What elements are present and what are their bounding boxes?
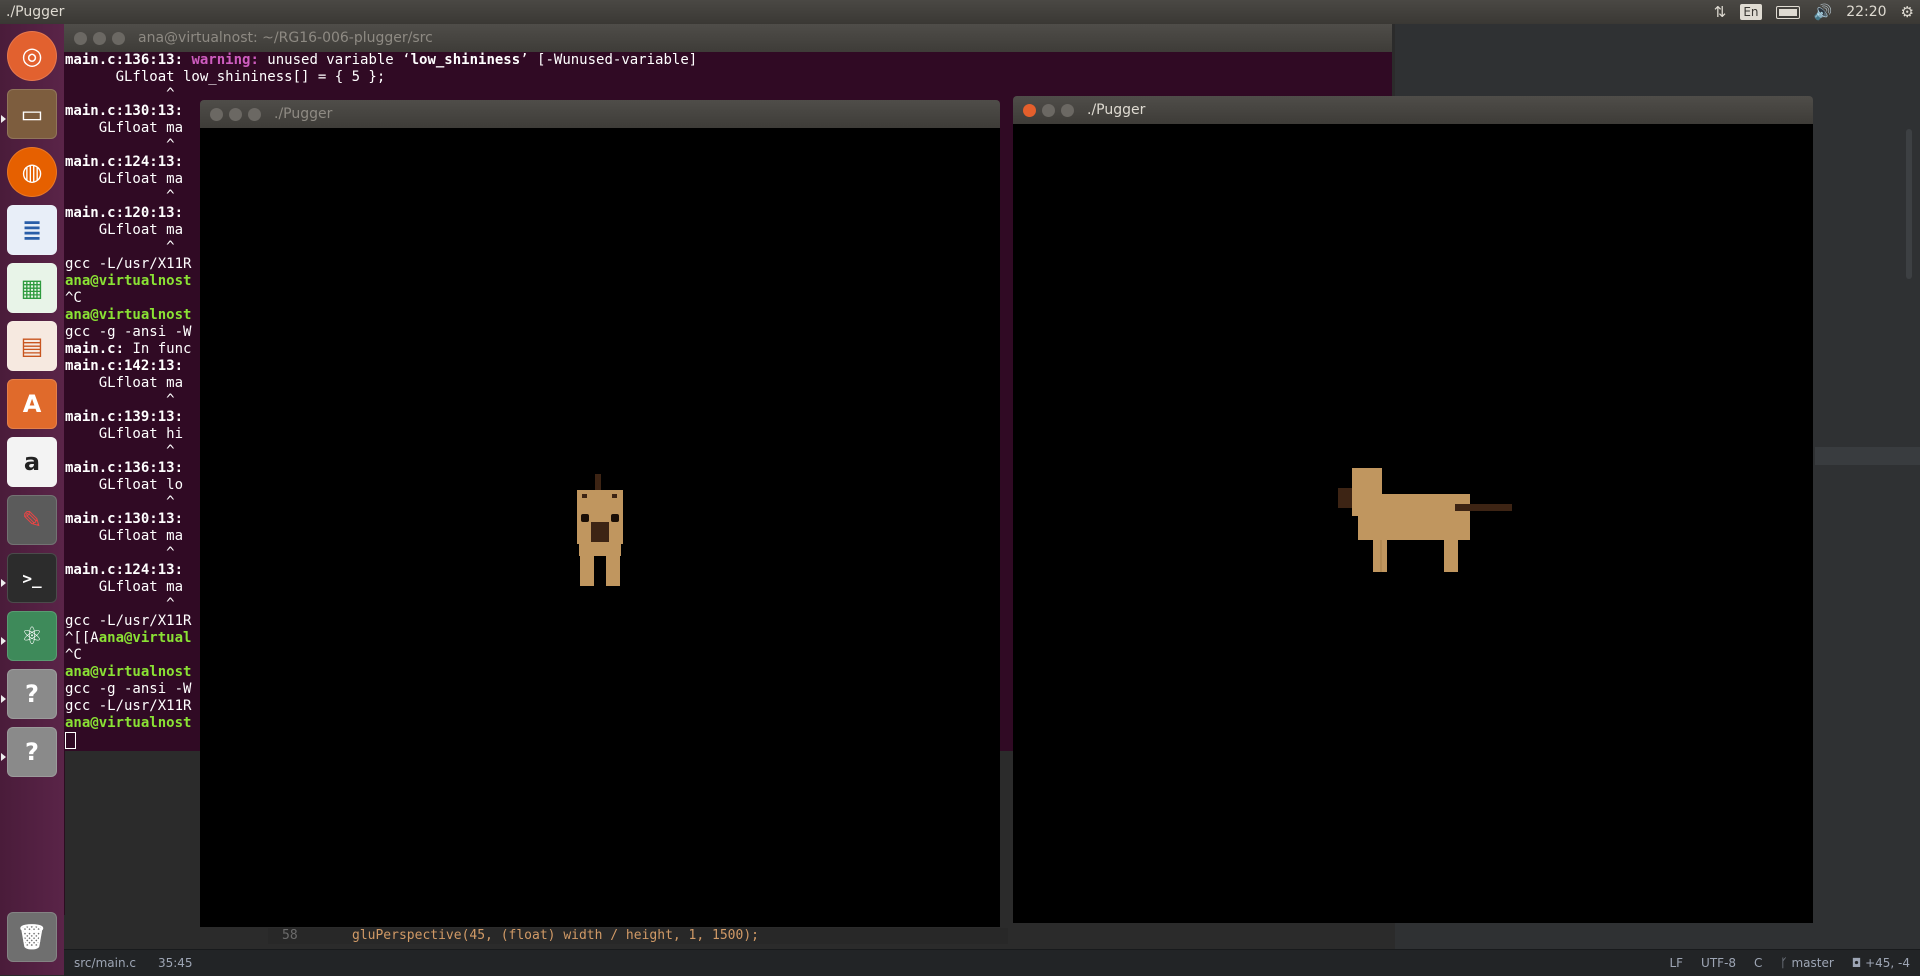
terminal-cursor [65,732,76,749]
battery-icon[interactable] [1775,5,1800,19]
editor-status-bar: src/main.c 35:45 LF UTF-8 C ᚴ master ◘ +… [64,949,1920,976]
status-grammar[interactable]: C [1754,950,1762,976]
system-settings-icon[interactable]: ✎ [7,495,57,545]
status-git-diff[interactable]: ◘ +45, -4 [1852,950,1910,976]
terminal-line: main.c:120:13: [65,205,184,221]
terminal-line: ^ [65,545,175,561]
branch-icon: ᚴ [1780,956,1792,970]
files-icon[interactable]: ▭ [7,89,57,139]
terminal-line: ana@virtualnost [65,307,192,323]
terminal-line: GLfloat ma [65,222,184,238]
status-line-ending[interactable]: LF [1669,950,1683,976]
terminal-line: ana@virtualnost [65,664,192,680]
terminal-line: GLfloat ma [65,579,184,595]
status-file-path[interactable]: src/main.c [74,950,136,976]
maximize-button[interactable] [1061,104,1074,117]
launcher: ◎ ▭ ◍ ≣ ▦ ▤ A a ✎ >_ ⚛ ? ? 🗑 [0,24,65,975]
terminal-line: GLfloat low_shininess[] = { 5 }; [65,69,386,85]
calc-icon[interactable]: ▦ [7,263,57,313]
minimize-button[interactable] [1042,104,1055,117]
amazon-icon[interactable]: a [7,437,57,487]
atom-icon[interactable]: ⚛ [7,611,57,661]
maximize-button[interactable] [248,108,261,121]
status-cursor-position[interactable]: 35:45 [158,950,193,976]
terminal-line: GLfloat lo [65,477,184,493]
top-panel: ./Pugger ⇅ En 🔊 22:20 ⚙ [0,0,1920,24]
terminal-line: gcc -L/usr/X11R [65,698,192,714]
maximize-button[interactable] [112,32,125,45]
terminal-line: GLfloat ma [65,528,184,544]
diff-icon: ◘ [1851,956,1866,970]
terminal-line: ^ [65,188,175,204]
pugger-title: ./Pugger [274,106,333,122]
unknown-app-icon[interactable]: ? [7,669,57,719]
keyboard-layout-indicator[interactable]: En [1740,4,1762,20]
terminal-line: gcc -L/usr/X11R [65,613,192,629]
terminal-line: ana@virtualnost [65,273,192,289]
terminal-line: ^ [65,392,175,408]
close-button[interactable] [210,108,223,121]
close-button[interactable] [1023,104,1036,117]
terminal-line: ^ [65,596,175,612]
terminal-line: GLfloat ma [65,171,184,187]
terminal-line: main.c:130:13: [65,103,184,119]
dash-icon[interactable]: ◎ [7,31,57,81]
terminal-line: main.c:130:13: [65,511,184,527]
gear-icon[interactable]: ⚙ [1901,0,1914,24]
network-icon[interactable]: ⇅ [1714,0,1727,24]
editor-scrollbar[interactable] [1906,129,1912,279]
firefox-icon[interactable]: ◍ [7,147,57,197]
status-git-branch[interactable]: ᚴ master [1780,950,1833,976]
terminal-line: main.c:139:13: [65,409,184,425]
trash-icon[interactable]: 🗑 [7,912,57,962]
terminal-line: main.c:124:13: [65,562,184,578]
pugger-titlebar[interactable]: ./Pugger [1013,96,1813,124]
terminal-line: ^ [65,494,175,510]
pugger-titlebar[interactable]: ./Pugger [200,100,1000,128]
terminal-line: GLfloat ma [65,375,184,391]
terminal-line: main.c:142:13: [65,358,184,374]
terminal-line: main.c:136:13: warning: unused variable … [65,52,698,68]
code-text: gluPerspective(45, (float) width / heigh… [352,928,759,943]
active-app-title: ./Pugger [6,4,65,20]
unknown-app-icon[interactable]: ? [7,727,57,777]
terminal-line: ^ [65,86,175,102]
pugger-window-side[interactable]: ./Pugger [1013,96,1813,923]
terminal-line: GLfloat hi [65,426,184,442]
status-encoding[interactable]: UTF-8 [1701,950,1736,976]
terminal-line: ^C [65,647,82,663]
terminal-line: main.c: In func [65,341,192,357]
software-center-icon[interactable]: A [7,379,57,429]
close-button[interactable] [74,32,87,45]
terminal-line: gcc -g -ansi -W [65,324,192,340]
terminal-line: ^ [65,239,175,255]
terminal-icon[interactable]: >_ [7,553,57,603]
writer-icon[interactable]: ≣ [7,205,57,255]
terminal-line: ^C [65,290,82,306]
minimize-button[interactable] [229,108,242,121]
terminal-titlebar[interactable]: ana@virtualnost: ~/RG16-006-plugger/src [64,24,1392,52]
opengl-canvas[interactable] [1013,124,1813,923]
editor-code-line[interactable]: 58 gluPerspective(45, (float) width / he… [268,928,1008,944]
terminal-line: GLfloat ma [65,120,184,136]
clock[interactable]: 22:20 [1846,0,1886,24]
terminal-line: ^[[Aana@virtual [65,630,192,646]
terminal-line: gcc -L/usr/X11R [65,256,192,272]
impress-icon[interactable]: ▤ [7,321,57,371]
terminal-cursor-line [65,732,76,749]
terminal-line: main.c:124:13: [65,154,184,170]
terminal-line: main.c:136:13: [65,460,184,476]
opengl-canvas[interactable] [200,128,1000,927]
volume-icon[interactable]: 🔊 [1814,0,1833,24]
terminal-line: ^ [65,443,175,459]
terminal-title: ana@virtualnost: ~/RG16-006-plugger/src [138,30,433,46]
terminal-line: ana@virtualnost [65,715,192,731]
terminal-line: gcc -g -ansi -W [65,681,192,697]
pugger-title: ./Pugger [1087,102,1146,118]
terminal-line: ^ [65,137,175,153]
minimize-button[interactable] [93,32,106,45]
pugger-window-front[interactable]: ./Pugger [200,100,1000,927]
line-number: 58 [282,928,298,943]
